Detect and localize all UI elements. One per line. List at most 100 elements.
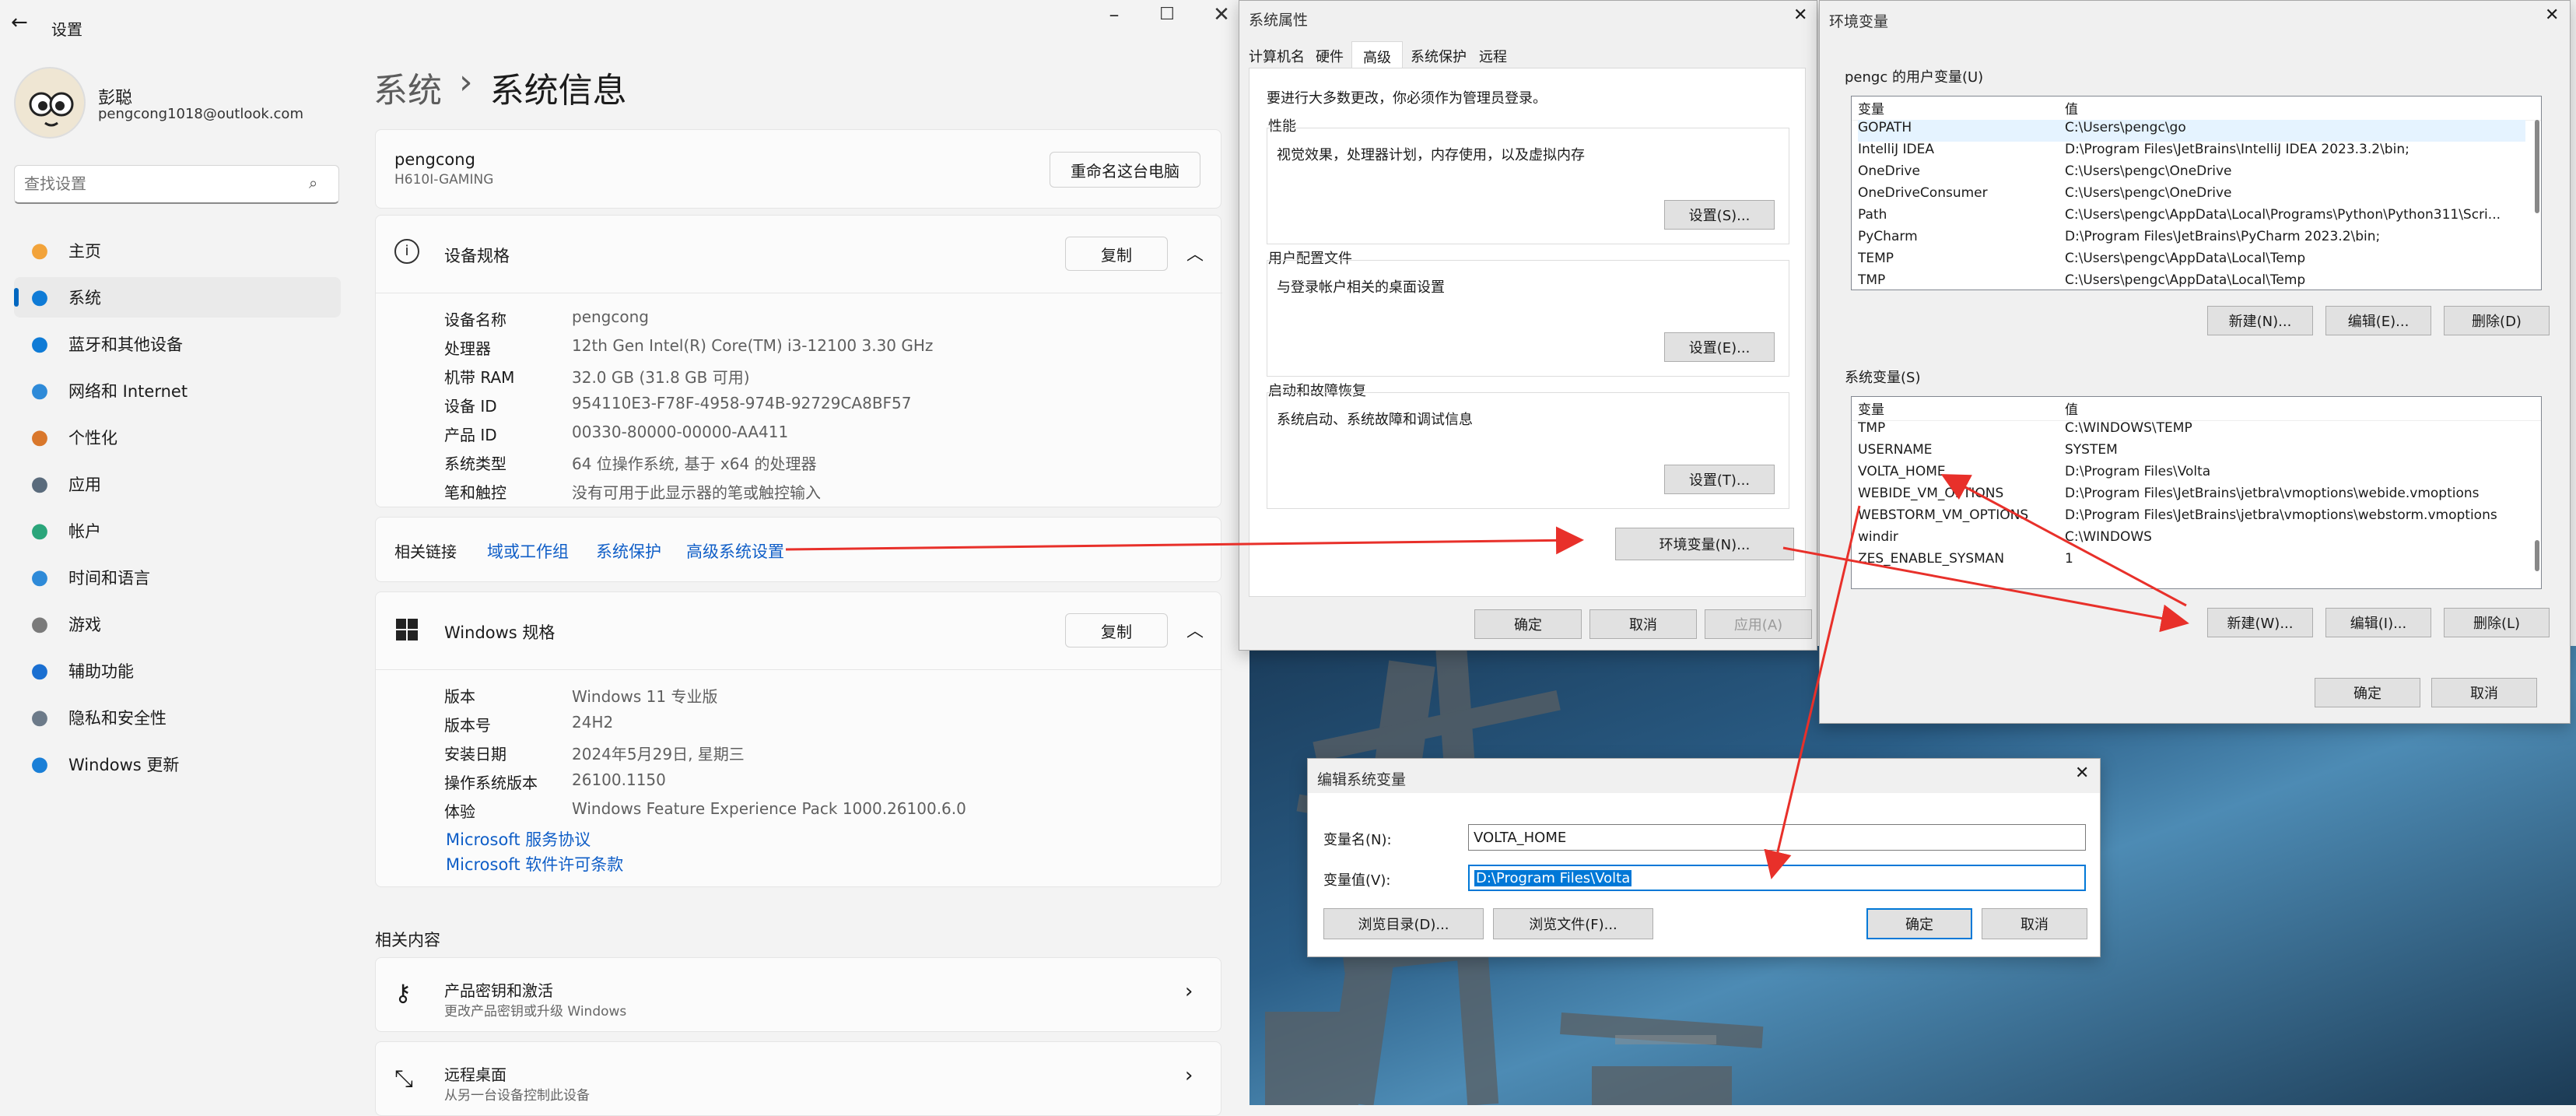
link-ms-license-terms[interactable]: Microsoft 软件许可条款 <box>446 852 623 876</box>
link-domain-workgroup[interactable]: 域或工作组 <box>487 539 569 563</box>
scrollbar[interactable] <box>2535 120 2539 213</box>
list-item[interactable]: OneDriveConsumer C:\Users\pengc\OneDrive <box>1858 185 2525 207</box>
tab-hardware[interactable]: 硬件 <box>1313 41 1351 68</box>
col-value[interactable]: 值 <box>2065 98 2541 120</box>
tab-computer-name[interactable]: 计算机名 <box>1249 41 1313 68</box>
list-item[interactable]: VOLTA_HOME D:\Program Files\Volta <box>1858 464 2525 486</box>
sidebar-item-label: 帐户 <box>68 522 101 541</box>
group-settings-button[interactable]: 设置(T)... <box>1664 465 1775 494</box>
col-variable[interactable]: 变量 <box>1858 398 2065 420</box>
cancel-button[interactable]: 取消 <box>1589 609 1697 639</box>
link-advanced-system-settings[interactable]: 高级系统设置 <box>686 539 784 563</box>
system-edit-button[interactable]: 编辑(I)... <box>2325 608 2431 637</box>
list-item[interactable]: PyCharm D:\Program Files\JetBrains\PyChar… <box>1858 229 2525 251</box>
sidebar-item[interactable]: ● 隐私和安全性 <box>14 697 341 738</box>
search-box[interactable]: ⌕ <box>14 165 339 204</box>
environment-variables-button[interactable]: 环境变量(N)... <box>1615 528 1794 560</box>
list-item[interactable]: TEMP C:\Users\pengc\AppData\Local\Temp <box>1858 251 2525 272</box>
sidebar-item[interactable]: ● Windows 更新 <box>14 744 341 784</box>
list-item[interactable]: OneDrive C:\Users\pengc\OneDrive <box>1858 163 2525 185</box>
col-value[interactable]: 值 <box>2065 398 2541 420</box>
product-key-card[interactable]: ⚷ 产品密钥和激活 更改产品密钥或升级 Windows › <box>375 957 1221 1032</box>
tab-remote[interactable]: 远程 <box>1474 41 1512 68</box>
spec-value[interactable]: 64 位操作系统, 基于 x64 的处理器 <box>572 451 817 474</box>
windows-specs-header[interactable]: Windows 规格 复制 ︿ <box>376 592 1222 670</box>
link-ms-services-agreement[interactable]: Microsoft 服务协议 <box>446 827 591 851</box>
col-variable[interactable]: 变量 <box>1858 98 2065 120</box>
list-item[interactable]: USERNAME SYSTEM <box>1858 442 2525 464</box>
rename-pc-button[interactable]: 重命名这台电脑 <box>1050 152 1200 188</box>
edit-cancel-button[interactable]: 取消 <box>1982 908 2087 939</box>
maximize-icon[interactable]: ☐ <box>1151 5 1183 24</box>
close-icon[interactable]: ✕ <box>2545 5 2559 25</box>
list-item[interactable]: WEBSTORM_VM_OPTIONS D:\Program Files\JetB… <box>1858 507 2525 529</box>
env-cancel-button[interactable]: 取消 <box>2431 678 2537 707</box>
spec-value[interactable]: 26100.1150 <box>572 770 666 789</box>
list-item[interactable]: windir C:\WINDOWS <box>1858 529 2525 551</box>
spec-value[interactable]: 954110E3-F78F-4958-974B-92729CA8BF57 <box>572 394 912 412</box>
edit-ok-button[interactable]: 确定 <box>1866 908 1972 939</box>
list-item[interactable]: ZES_ENABLE_SYSMAN 1 <box>1858 551 2525 573</box>
advanced-tab-panel: 要进行大多数更改，你必须作为管理员登录。 性能 视觉效果，处理器计划，内存使用，以… <box>1249 68 1806 597</box>
env-ok-button[interactable]: 确定 <box>2315 678 2420 707</box>
list-item[interactable]: Path C:\Users\pengc\AppData\Local\Program… <box>1858 207 2525 229</box>
spec-value[interactable]: 00330-80000-00000-AA411 <box>572 423 788 441</box>
tab-advanced[interactable]: 高级 <box>1351 41 1403 68</box>
system-new-button[interactable]: 新建(W)... <box>2207 608 2313 637</box>
list-item[interactable]: GOPATH C:\Users\pengc\go <box>1858 120 2525 142</box>
sidebar-item[interactable]: ● 帐户 <box>14 511 341 551</box>
browse-file-button[interactable]: 浏览文件(F)... <box>1493 908 1653 939</box>
group-settings-button[interactable]: 设置(S)... <box>1664 200 1775 230</box>
close-icon[interactable]: ✕ <box>1206 3 1237 26</box>
var-name-field[interactable]: VOLTA_HOME <box>1468 824 2086 851</box>
tab-system-protection[interactable]: 系统保护 <box>1403 41 1474 68</box>
spec-value[interactable]: 2024年5月29日, 星期三 <box>572 742 745 764</box>
sidebar-item[interactable]: ● 网络和 Internet <box>14 370 341 411</box>
close-icon[interactable]: ✕ <box>2075 763 2089 783</box>
user-new-button[interactable]: 新建(N)... <box>2207 306 2313 335</box>
sidebar-item[interactable]: ● 时间和语言 <box>14 557 341 598</box>
sidebar-item[interactable]: ● 辅助功能 <box>14 651 341 691</box>
system-vars-list[interactable]: 变量 值 TMP C:\WINDOWS\TEMP USERNAME SYSTEM VOL… <box>1851 396 2542 589</box>
user-delete-button[interactable]: 删除(D) <box>2444 306 2550 335</box>
group-settings-button[interactable]: 设置(E)... <box>1664 332 1775 362</box>
copy-windows-specs-button[interactable]: 复制 <box>1065 613 1168 647</box>
user-vars-list[interactable]: 变量 值 GOPATH C:\Users\pengc\go IntelliJ IDE… <box>1851 96 2542 290</box>
sidebar-item[interactable]: ● 游戏 <box>14 604 341 644</box>
list-item[interactable]: IntelliJ IDEA D:\Program Files\JetBrains\… <box>1858 142 2525 163</box>
spec-value[interactable]: 24H2 <box>572 713 613 732</box>
spec-value[interactable]: 12th Gen Intel(R) Core(TM) i3-12100 3.30… <box>572 336 933 355</box>
apply-button[interactable]: 应用(A) <box>1705 609 1812 639</box>
minimize-icon[interactable]: – <box>1099 3 1130 26</box>
scrollbar[interactable] <box>2535 540 2539 571</box>
device-specs-header[interactable]: i 设备规格 复制 ︿ <box>376 216 1222 293</box>
copy-device-specs-button[interactable]: 复制 <box>1065 237 1168 271</box>
sidebar-item[interactable]: ● 主页 <box>14 230 341 271</box>
settings-group: 视觉效果，处理器计划，内存使用，以及虚拟内存 设置(S)... <box>1267 128 1789 244</box>
spec-value[interactable]: pengcong <box>572 307 649 326</box>
chevron-up-icon[interactable]: ︿ <box>1186 240 1204 265</box>
list-item[interactable]: TMP C:\WINDOWS\TEMP <box>1858 420 2525 442</box>
spec-value[interactable]: 没有可用于此显示器的笔或触控输入 <box>572 480 821 503</box>
spec-value[interactable]: Windows 11 专业版 <box>572 684 717 707</box>
system-delete-button[interactable]: 删除(L) <box>2444 608 2550 637</box>
spec-value[interactable]: Windows Feature Experience Pack 1000.261… <box>572 799 966 818</box>
sidebar-item[interactable]: ● 系统 <box>14 277 341 318</box>
list-item[interactable]: WEBIDE_VM_OPTIONS D:\Program Files\JetBra… <box>1858 486 2525 507</box>
close-icon[interactable]: ✕ <box>1793 5 1807 25</box>
search-input[interactable] <box>23 172 295 195</box>
browse-directory-button[interactable]: 浏览目录(D)... <box>1323 908 1484 939</box>
back-arrow-icon[interactable]: ← <box>11 11 28 34</box>
ok-button[interactable]: 确定 <box>1474 609 1582 639</box>
link-system-protection[interactable]: 系统保护 <box>596 539 661 563</box>
avatar[interactable] <box>14 67 86 139</box>
spec-value[interactable]: 32.0 GB (31.8 GB 可用) <box>572 365 750 388</box>
sidebar-item[interactable]: ● 应用 <box>14 464 341 504</box>
sidebar-item[interactable]: ● 蓝牙和其他设备 <box>14 324 341 364</box>
breadcrumb-parent[interactable]: 系统 <box>373 62 442 112</box>
list-item[interactable]: TMP C:\Users\pengc\AppData\Local\Temp <box>1858 272 2525 290</box>
user-edit-button[interactable]: 编辑(E)... <box>2325 306 2431 335</box>
sidebar-item[interactable]: ● 个性化 <box>14 417 341 458</box>
chevron-up-icon[interactable]: ︿ <box>1186 617 1204 642</box>
var-value-field[interactable]: D:\Program Files\Volta <box>1468 865 2086 891</box>
